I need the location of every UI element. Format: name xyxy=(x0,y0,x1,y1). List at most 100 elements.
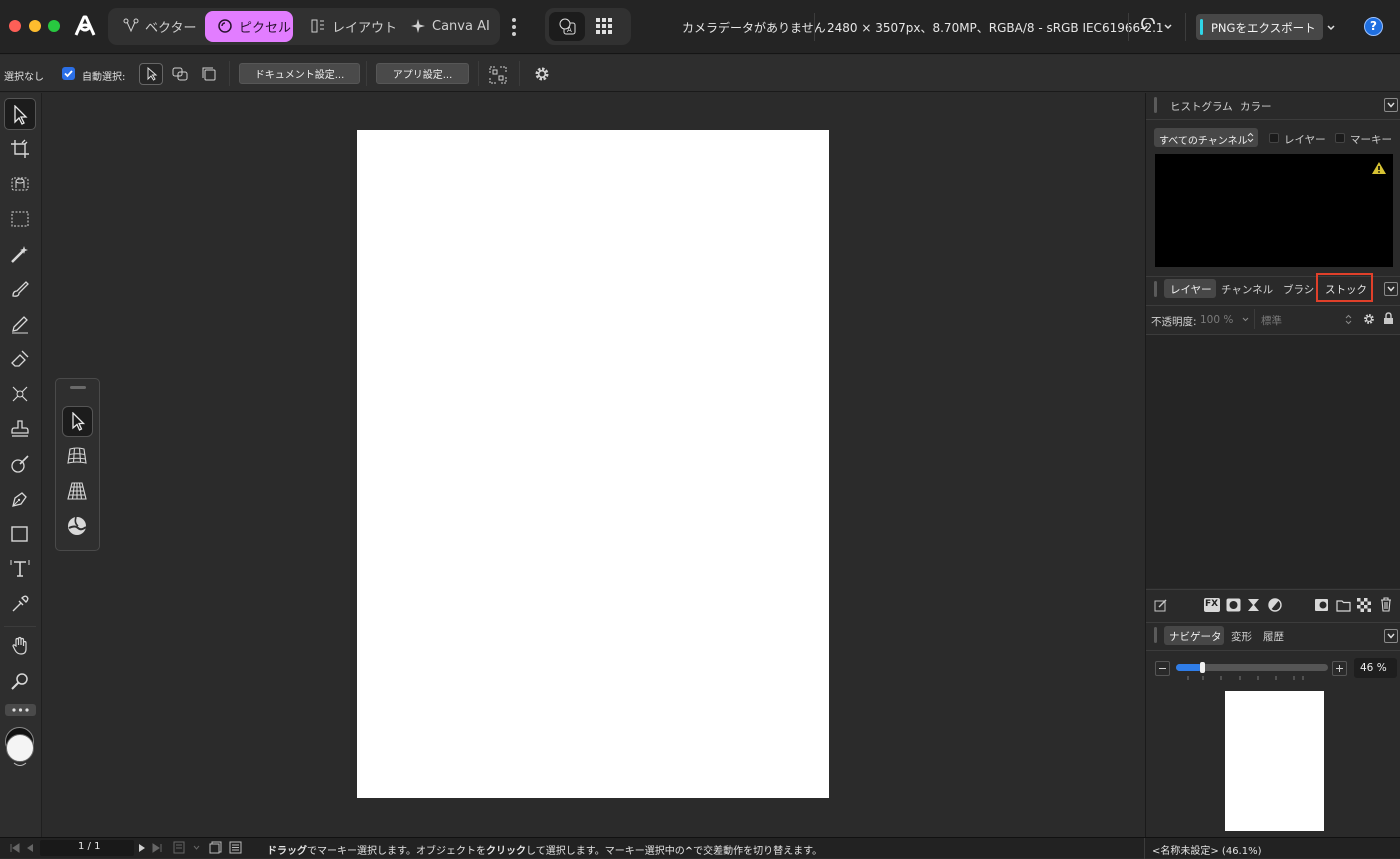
zoom-tool[interactable] xyxy=(4,665,36,697)
zoom-out-button[interactable] xyxy=(1155,661,1170,676)
previous-page-icon[interactable] xyxy=(26,843,34,853)
panel-grip-icon[interactable] xyxy=(1154,97,1157,113)
pen-tool[interactable] xyxy=(4,483,36,515)
tab-color[interactable]: カラー xyxy=(1240,99,1272,114)
fx-button[interactable]: FX xyxy=(1204,598,1220,612)
edit-layer-icon[interactable] xyxy=(1154,598,1168,612)
page-list-icon[interactable] xyxy=(229,841,242,854)
export-options-chevron-icon[interactable] xyxy=(1327,22,1337,32)
paint-brush-tool[interactable] xyxy=(4,273,36,305)
foreground-color-swatch[interactable] xyxy=(6,734,34,762)
duplicate-page-icon[interactable] xyxy=(209,841,222,854)
blend-mode-select[interactable]: 標準 xyxy=(1254,309,1352,329)
fill-tool[interactable] xyxy=(4,378,36,410)
tab-channels[interactable]: チャンネル xyxy=(1221,282,1273,297)
rectangle-tool[interactable] xyxy=(4,518,36,550)
marquee-checkbox[interactable] xyxy=(1335,133,1345,143)
color-well[interactable] xyxy=(5,727,36,767)
erase-brush-tool[interactable] xyxy=(4,343,36,375)
intersect-mode-button[interactable] xyxy=(168,63,192,85)
add-pixel-layer-icon[interactable] xyxy=(1314,598,1329,612)
more-tools-button[interactable] xyxy=(5,704,36,716)
mask-icon[interactable] xyxy=(1226,598,1241,612)
add-group-icon[interactable] xyxy=(1336,598,1351,612)
panel-grip-icon[interactable] xyxy=(1154,627,1157,643)
marquee-tool[interactable] xyxy=(4,203,36,235)
palette-perspective-tool[interactable] xyxy=(66,480,88,502)
zoom-slider-thumb[interactable] xyxy=(1200,662,1205,673)
navigator-page-thumbnail[interactable] xyxy=(1225,691,1324,831)
chevron-down-icon[interactable] xyxy=(193,845,200,851)
live-filter-icon[interactable] xyxy=(1268,598,1282,612)
auto-select-checkbox[interactable] xyxy=(62,67,75,80)
tab-layers[interactable]: レイヤー xyxy=(1164,279,1216,298)
navigator-preview[interactable] xyxy=(1146,685,1400,837)
last-page-icon[interactable] xyxy=(152,843,162,853)
palette-mesh-warp-tool[interactable] xyxy=(66,445,88,467)
crop-tool[interactable] xyxy=(4,133,36,165)
move-tool[interactable] xyxy=(4,98,36,130)
lock-icon[interactable] xyxy=(1383,312,1394,325)
adjustment-icon[interactable] xyxy=(1247,598,1260,612)
gear-icon[interactable] xyxy=(1363,313,1375,325)
sync-menu-button[interactable] xyxy=(1140,16,1176,36)
inpainting-tool[interactable] xyxy=(4,448,36,480)
collapse-chevron-icon[interactable] xyxy=(1384,98,1398,112)
layer-checkbox[interactable] xyxy=(1269,133,1279,143)
persona-layout-tab[interactable]: レイアウト xyxy=(298,11,398,42)
tab-brushes[interactable]: ブラシ xyxy=(1283,282,1314,297)
zoom-slider[interactable] xyxy=(1176,662,1328,686)
channel-select[interactable]: すべてのチャンネル xyxy=(1154,128,1258,147)
swap-colors-icon[interactable] xyxy=(12,762,28,768)
pixel-tool[interactable] xyxy=(4,308,36,340)
view-tool[interactable] xyxy=(4,630,36,662)
palette-drag-handle[interactable] xyxy=(70,386,86,389)
grid-view-button[interactable] xyxy=(595,17,615,37)
affinity-logo-icon[interactable] xyxy=(72,13,98,39)
tool-settings-button[interactable] xyxy=(530,63,554,85)
smart-selection-tool[interactable] xyxy=(4,168,36,200)
transparency-icon[interactable] xyxy=(1357,598,1371,612)
persona-canva-ai-tab[interactable]: Canva AI xyxy=(398,11,494,42)
trash-icon[interactable] xyxy=(1380,597,1392,612)
flood-select-tool[interactable] xyxy=(4,238,36,270)
snapping-button[interactable] xyxy=(486,63,510,85)
first-page-icon[interactable] xyxy=(10,843,20,853)
palette-liquify-tool[interactable] xyxy=(66,515,88,537)
help-button[interactable]: ? xyxy=(1364,17,1383,36)
close-window-button[interactable] xyxy=(9,20,21,32)
document-page[interactable] xyxy=(357,130,829,798)
tab-stock[interactable]: ストック xyxy=(1316,273,1373,302)
select-mode-button[interactable] xyxy=(139,63,163,85)
collapse-chevron-icon[interactable] xyxy=(1384,629,1398,643)
pages-mode-button[interactable] xyxy=(197,63,221,85)
zoom-value-field[interactable]: 46 % xyxy=(1354,658,1397,678)
tab-transform[interactable]: 変形 xyxy=(1231,629,1252,644)
collapse-chevron-icon[interactable] xyxy=(1384,282,1398,296)
tab-history[interactable]: 履歴 xyxy=(1263,629,1284,644)
more-menu-icon[interactable] xyxy=(510,17,518,37)
app-settings-button[interactable]: アプリ設定... xyxy=(376,63,469,84)
zoom-window-button[interactable] xyxy=(48,20,60,32)
document-settings-button[interactable]: ドキュメント設定... xyxy=(239,63,360,84)
palette-move-tool[interactable] xyxy=(62,406,93,437)
clone-brush-tool[interactable] xyxy=(4,413,36,445)
next-page-icon[interactable] xyxy=(138,843,146,853)
tab-navigator[interactable]: ナビゲータ xyxy=(1164,626,1224,645)
page-indicator[interactable]: 1 / 1 xyxy=(40,840,134,856)
minimize-window-button[interactable] xyxy=(29,20,41,32)
color-picker-tool[interactable] xyxy=(4,588,36,620)
tab-histogram[interactable]: ヒストグラム xyxy=(1170,99,1233,114)
persona-vector-tab[interactable]: ベクター xyxy=(111,11,201,42)
export-png-button[interactable]: PNGをエクスポート xyxy=(1196,14,1323,40)
panel-grip-icon[interactable] xyxy=(1154,281,1157,297)
zoom-in-button[interactable] xyxy=(1332,661,1347,676)
warning-icon[interactable] xyxy=(1371,161,1387,175)
text-tool[interactable] xyxy=(4,553,36,585)
floating-tool-palette[interactable] xyxy=(55,378,100,551)
persona-pixel-tab[interactable]: ピクセル xyxy=(205,11,293,42)
opacity-field[interactable]: 100 % xyxy=(1198,310,1250,329)
assistant-mode-button[interactable]: A xyxy=(549,12,585,41)
add-page-icon[interactable] xyxy=(173,841,185,854)
layers-list[interactable] xyxy=(1146,335,1400,588)
